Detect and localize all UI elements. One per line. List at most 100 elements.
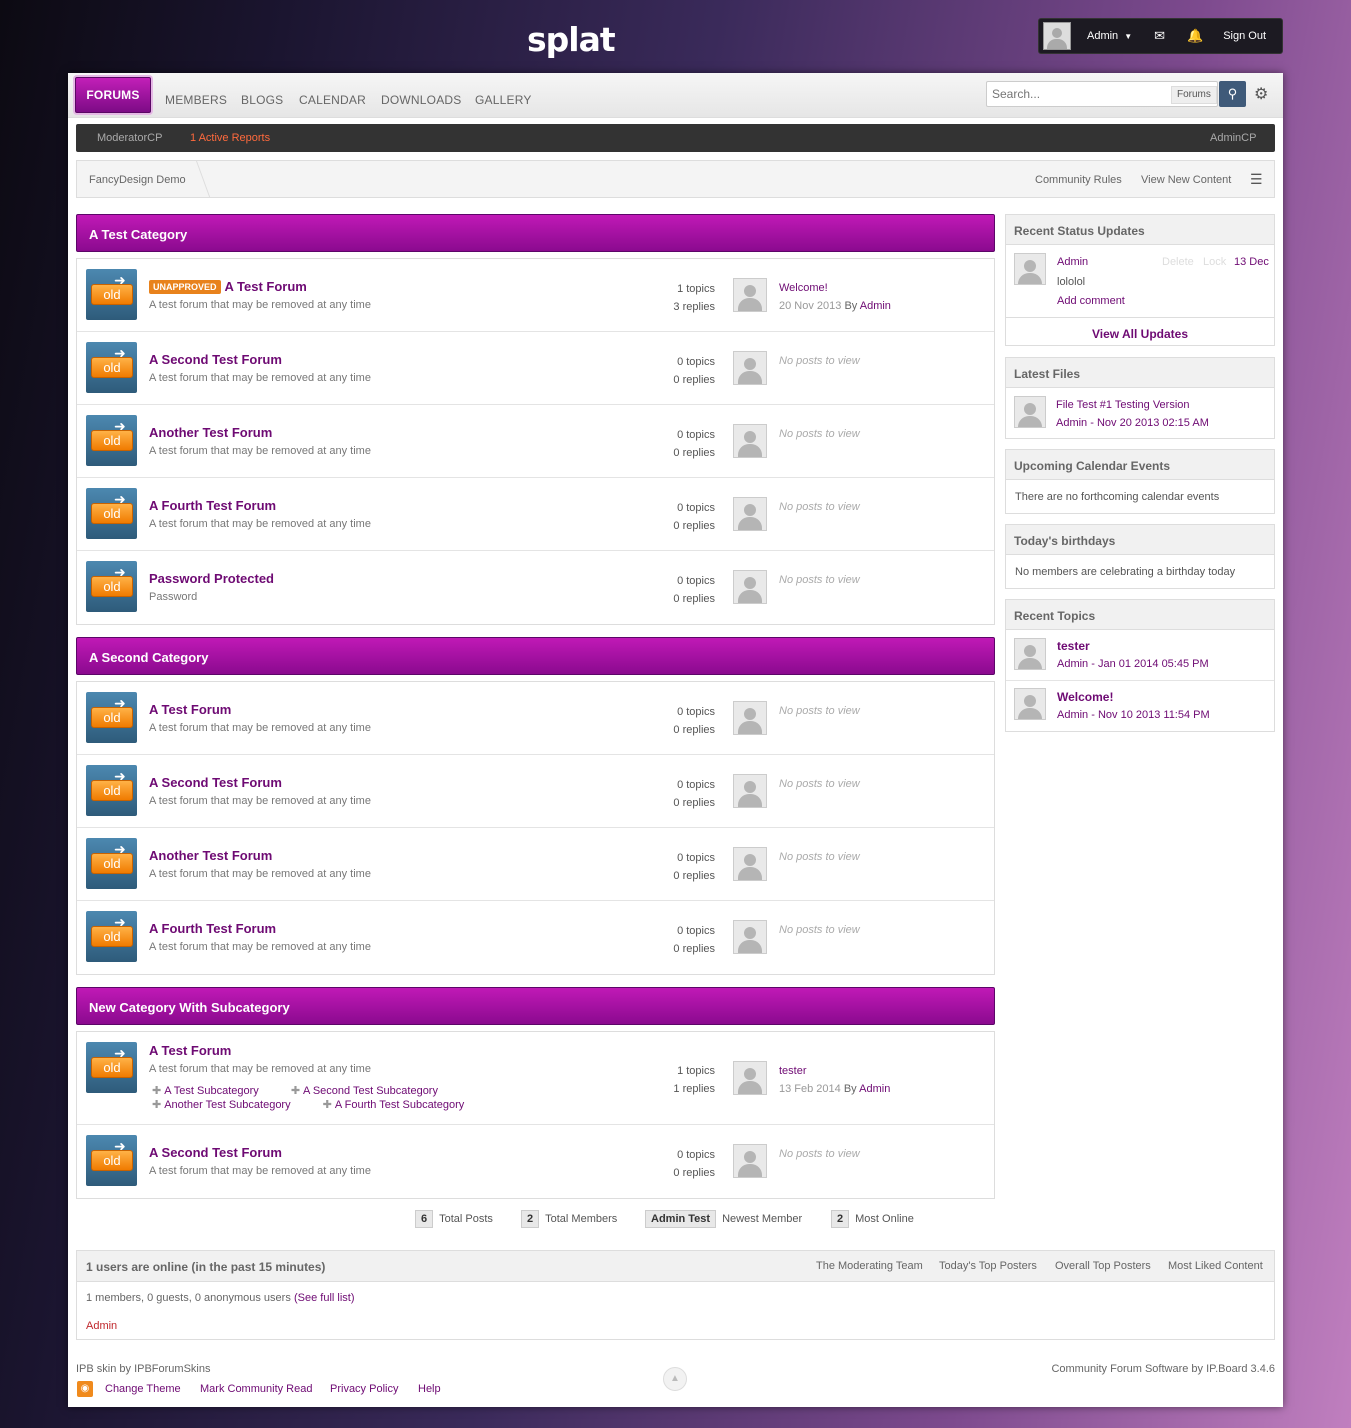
subforum-link[interactable]: ✚ A Fourth Test Subcategory [323,1099,481,1111]
recent-topic-link[interactable]: tester [1057,639,1090,653]
forum-title-line: A Second Test Forum [149,1145,282,1160]
last-post-author-link[interactable]: Admin [859,1083,890,1095]
online-user-link[interactable]: Admin [86,1320,117,1332]
avatar[interactable] [1014,638,1046,670]
category-header[interactable]: A Test Category [76,214,995,252]
moderatorcp-link[interactable]: ModeratorCP [97,132,162,144]
tab-gallery[interactable]: GALLERY [475,93,532,107]
forum-row: ➜ old A Second Test Forum A test forum that… [77,1125,994,1198]
last-post-link[interactable]: tester [779,1062,890,1080]
forum-icon[interactable]: ➜ old [86,765,137,816]
view-all-updates-link[interactable]: View All Updates [1006,317,1274,341]
plus-icon: ✚ [322,1099,332,1111]
forum-icon[interactable]: ➜ old [86,415,137,466]
avatar[interactable] [1014,396,1046,428]
search-input[interactable] [987,82,1167,106]
avatar[interactable] [733,497,767,531]
avatar[interactable] [733,570,767,604]
forum-row: ➜ old A Test Forum A test forum that may be… [77,1032,994,1125]
category-header[interactable]: New Category With Subcategory [76,987,995,1025]
forum-status-tag: old [91,430,133,451]
search-button[interactable]: ⚲ [1219,81,1246,107]
search-scope[interactable]: Forums [1171,86,1217,104]
forum-icon[interactable]: ➜ old [86,1135,137,1186]
avatar[interactable] [733,1144,767,1178]
admincp-link[interactable]: AdminCP [1210,132,1256,144]
add-comment-link[interactable]: Add comment [1057,295,1125,307]
community-rules-link[interactable]: Community Rules [1035,174,1122,186]
subforum-link[interactable]: ✚ A Test Subcategory [152,1085,275,1097]
rss-icon[interactable]: ◉ [77,1381,93,1397]
forum-title-link[interactable]: A Test Forum [225,279,307,294]
change-theme-link[interactable]: Change Theme [105,1383,181,1395]
last-post-link[interactable]: Welcome! [779,279,891,297]
newest-member-link[interactable]: Admin Test [645,1210,717,1228]
gear-icon[interactable]: ⚙ [1254,84,1268,104]
avatar[interactable] [1014,688,1046,720]
forum-title-link[interactable]: A Second Test Forum [149,352,282,367]
avatar[interactable] [733,701,767,735]
topic-count: 0 topics [677,502,715,514]
forum-icon[interactable]: ➜ old [86,269,137,320]
recent-topic-link[interactable]: Welcome! [1057,690,1113,704]
file-link[interactable]: File Test #1 Testing Version [1056,399,1190,411]
moderating-team-link[interactable]: The Moderating Team [816,1260,923,1272]
list-icon[interactable]: ☰ [1250,171,1263,188]
avatar[interactable] [733,847,767,881]
delete-link[interactable]: Delete [1162,256,1194,268]
forum-title-link[interactable]: A Fourth Test Forum [149,921,276,936]
mark-read-link[interactable]: Mark Community Read [200,1383,312,1395]
view-new-content-link[interactable]: View New Content [1141,174,1231,186]
user-avatar[interactable] [1043,22,1071,50]
overall-top-posters-link[interactable]: Overall Top Posters [1055,1260,1151,1272]
forum-icon[interactable]: ➜ old [86,1042,137,1093]
category-header[interactable]: A Second Category [76,637,995,675]
privacy-policy-link[interactable]: Privacy Policy [330,1383,398,1395]
status-author[interactable]: Admin [1057,256,1088,268]
forum-icon[interactable]: ➜ old [86,561,137,612]
forum-icon[interactable]: ➜ old [86,692,137,743]
forum-title-link[interactable]: Another Test Forum [149,848,272,863]
envelope-icon[interactable]: ✉ [1154,28,1165,44]
avatar[interactable] [733,278,767,312]
avatar[interactable] [733,920,767,954]
sign-out-link[interactable]: Sign Out [1223,30,1266,42]
todays-top-posters-link[interactable]: Today's Top Posters [939,1260,1037,1272]
avatar[interactable] [733,1061,767,1095]
forum-title-link[interactable]: A Test Forum [149,702,231,717]
forum-title-link[interactable]: A Test Forum [149,1043,231,1058]
subforum-link[interactable]: ✚ Another Test Subcategory [152,1099,307,1111]
tab-forums[interactable]: FORUMS [75,77,151,113]
tab-calendar[interactable]: CALENDAR [299,93,366,107]
help-link[interactable]: Help [418,1383,441,1395]
sidebar-heading: Latest Files [1006,358,1274,388]
site-logo[interactable]: splat [527,20,616,59]
forum-title-link[interactable]: Another Test Forum [149,425,272,440]
breadcrumb-home[interactable]: FancyDesign Demo [89,174,186,186]
forum-title-link[interactable]: A Second Test Forum [149,1145,282,1160]
bell-icon[interactable]: 🔔 [1187,28,1203,44]
back-to-top-icon[interactable]: ▲ [663,1367,687,1391]
avatar[interactable] [733,351,767,385]
most-liked-content-link[interactable]: Most Liked Content [1168,1260,1263,1272]
forum-title-link[interactable]: A Second Test Forum [149,775,282,790]
forum-icon[interactable]: ➜ old [86,488,137,539]
forum-title-link[interactable]: Password Protected [149,571,274,586]
see-full-list-link[interactable]: (See full list) [294,1292,355,1304]
tab-blogs[interactable]: BLOGS [241,93,283,107]
subforum-link[interactable]: ✚ A Second Test Subcategory [291,1085,454,1097]
no-posts-text: No posts to view [779,574,860,586]
avatar[interactable] [733,424,767,458]
tab-downloads[interactable]: DOWNLOADS [381,93,461,107]
forum-icon[interactable]: ➜ old [86,838,137,889]
last-post-author-link[interactable]: Admin [860,300,891,312]
forum-icon[interactable]: ➜ old [86,342,137,393]
lock-link[interactable]: Lock [1203,256,1226,268]
forum-title-link[interactable]: A Fourth Test Forum [149,498,276,513]
forum-icon[interactable]: ➜ old [86,911,137,962]
avatar[interactable] [733,774,767,808]
tab-members[interactable]: MEMBERS [165,93,227,107]
user-menu[interactable]: Admin ▼ [1087,30,1132,42]
avatar[interactable] [1014,253,1046,285]
active-reports-link[interactable]: 1 Active Reports [190,132,270,144]
